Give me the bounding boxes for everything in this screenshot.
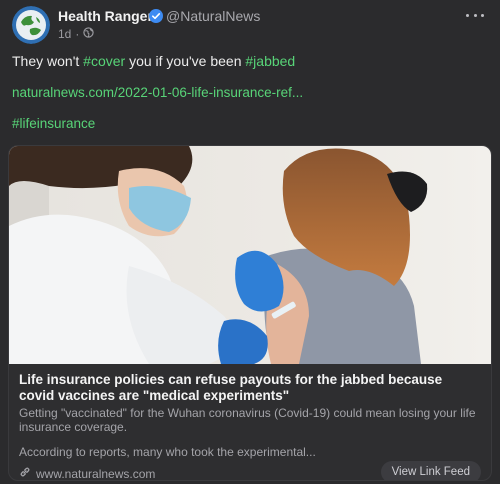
article-title[interactable]: Life insurance policies can refuse payou… (19, 372, 481, 404)
author-handle[interactable]: @NaturalNews (166, 8, 260, 24)
article-domain[interactable]: www.naturalnews.com (19, 466, 156, 481)
globe-icon (83, 27, 95, 41)
article-excerpt: According to reports, many who took the … (19, 445, 316, 459)
meta-separator: · (75, 27, 80, 41)
author-name[interactable]: Health Ranger (58, 8, 153, 24)
post: Health Ranger @NaturalNews 1d · They won… (0, 0, 500, 484)
article-description: Getting "vaccinated" for the Wuhan coron… (19, 406, 476, 434)
link-icon (19, 466, 31, 480)
article-domain-text: www.naturalnews.com (36, 466, 156, 481)
hashtag-jabbed[interactable]: #jabbed (245, 53, 295, 69)
hashtag-cover[interactable]: #cover (83, 53, 125, 69)
post-text: They won't #cover you if you've been #ja… (12, 53, 295, 69)
post-meta: 1d · (58, 27, 95, 41)
verified-check-icon (149, 9, 163, 23)
more-dot (473, 13, 477, 17)
post-text-part: They won't (12, 53, 84, 69)
more-dot (466, 13, 469, 17)
view-link-feed-button[interactable]: View Link Feed (380, 461, 481, 480)
more-dot (481, 13, 484, 17)
hashtag-lifeinsurance[interactable]: #lifeinsurance (12, 116, 95, 131)
post-link[interactable]: naturalnews.com/2022-01-06-life-insuranc… (12, 85, 303, 100)
link-preview-card[interactable]: Life insurance policies can refuse payou… (8, 145, 492, 481)
more-dots-icon[interactable] (466, 8, 484, 22)
avatar[interactable] (12, 6, 50, 44)
article-image[interactable] (9, 146, 491, 364)
post-time[interactable]: 1d (58, 27, 71, 41)
post-text-part: you if you've been (125, 53, 246, 69)
